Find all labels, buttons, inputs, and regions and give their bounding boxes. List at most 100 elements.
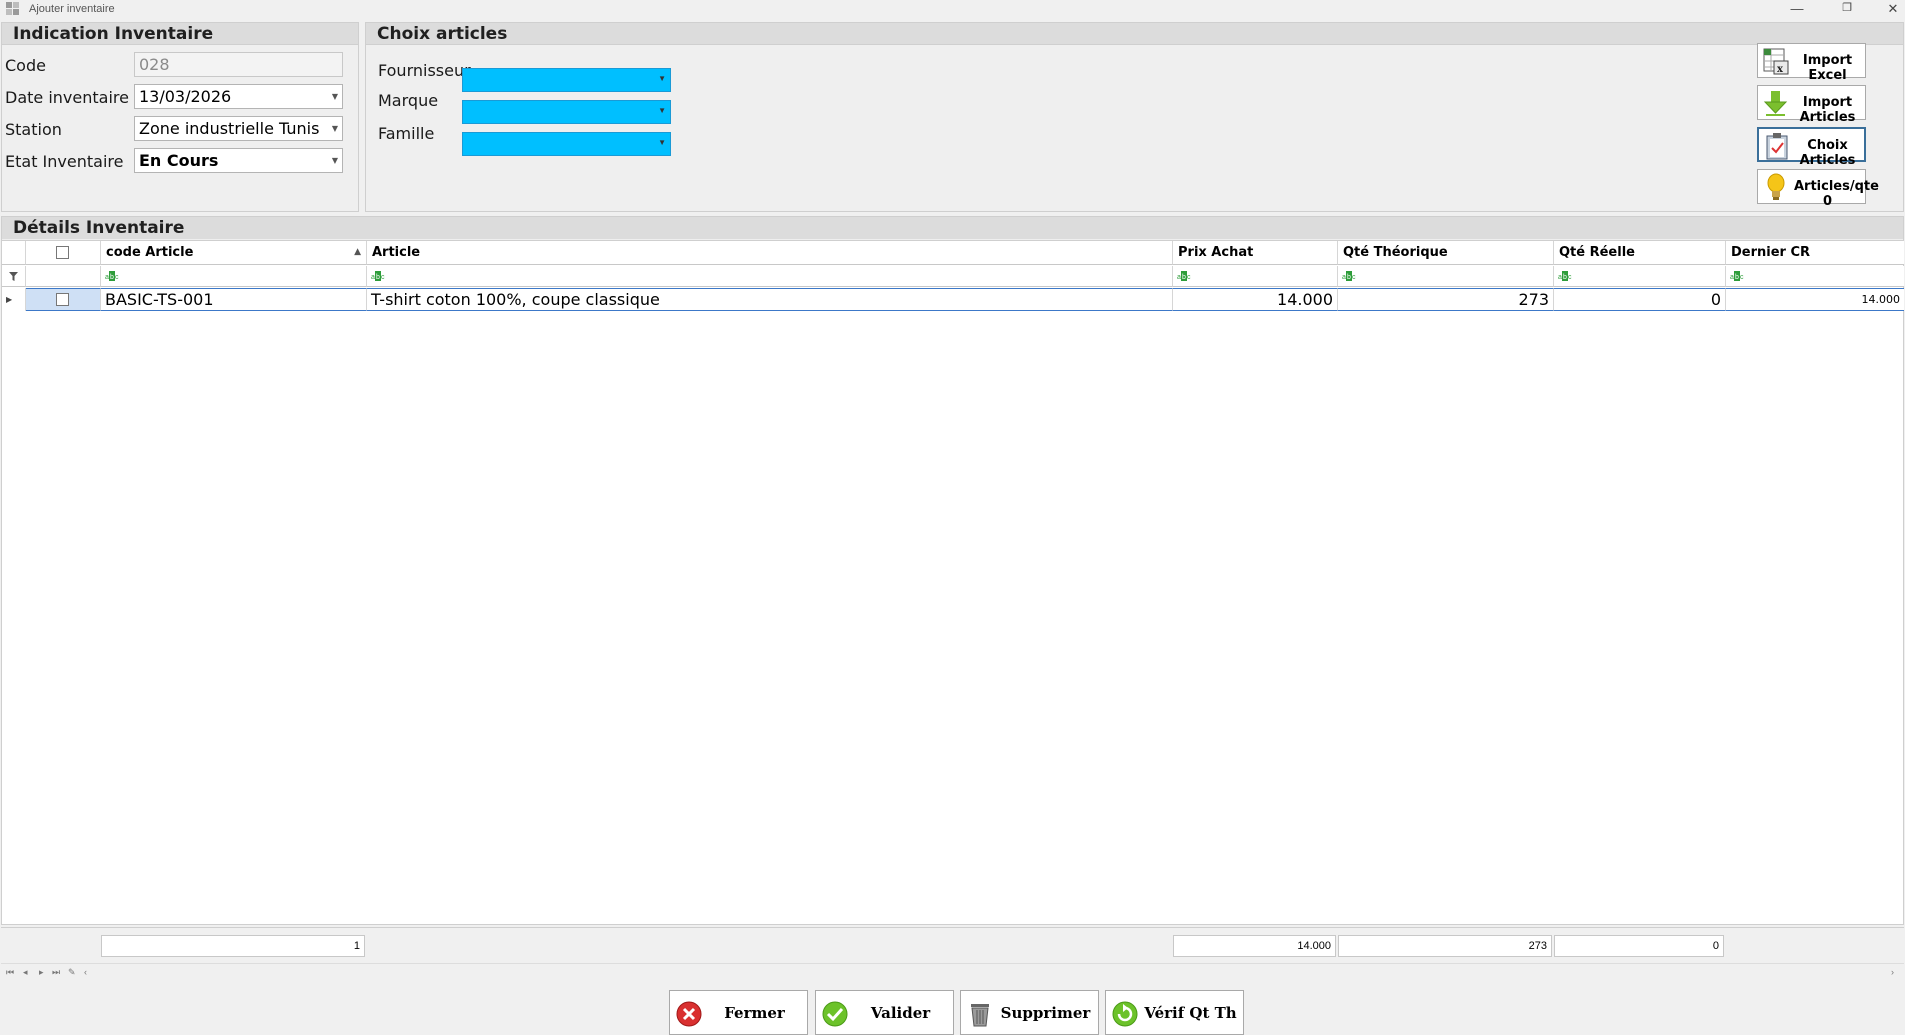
minimize-button[interactable]: — [1782, 0, 1812, 18]
fermer-label: Fermer [724, 1004, 785, 1022]
column-header-qte-reelle[interactable]: Qté Réelle [1554, 241, 1726, 265]
app-icon [6, 2, 19, 15]
grid-navigator: ⏮ ◂ ▸ ⏭ ✎ ‹ › [1, 963, 1904, 983]
filter-cell-dernier-cr[interactable]: abc [1726, 266, 1904, 287]
svg-text:b: b [376, 274, 380, 281]
marque-select[interactable]: ▼ [462, 100, 671, 124]
row-indicator-icon: ▶ [2, 288, 26, 311]
station-value: Zone industrielle Tunis [139, 119, 320, 138]
details-header: Détails Inventaire [2, 217, 1903, 239]
valider-button[interactable]: Valider [815, 990, 954, 1035]
code-label: Code [5, 56, 46, 75]
footer-qte-theo-total: 273 [1338, 935, 1552, 957]
filter-cell-code[interactable]: abc [101, 266, 367, 287]
chevron-down-icon[interactable]: ▼ [658, 106, 666, 115]
column-header-dernier-cr[interactable]: Dernier CR [1726, 241, 1904, 265]
filter-cell-article[interactable]: abc [367, 266, 1173, 287]
famille-select[interactable]: ▼ [462, 132, 671, 156]
excel-icon: x [1763, 48, 1789, 75]
fournisseur-label: Fournisseur [378, 61, 471, 80]
restore-button[interactable]: ❐ [1832, 0, 1862, 18]
text-filter-icon: abc [371, 271, 385, 281]
code-column-label: code Article [106, 245, 194, 260]
import-excel-button[interactable]: x Import Excel [1757, 43, 1866, 83]
import-articles-label: Import Articles [1799, 95, 1856, 125]
column-header-qte-theo[interactable]: Qté Théorique [1338, 241, 1554, 265]
etat-value: En Cours [139, 151, 219, 170]
svg-text:c: c [115, 274, 119, 281]
lightbulb-icon [1767, 173, 1785, 200]
filter-cell-prix[interactable]: abc [1173, 266, 1338, 287]
text-filter-icon: abc [1342, 271, 1356, 281]
famille-label: Famille [378, 124, 435, 143]
text-filter-icon: abc [105, 271, 119, 281]
indication-header: Indication Inventaire [2, 23, 358, 45]
chevron-down-icon[interactable]: ▼ [332, 117, 338, 140]
svg-text:c: c [1187, 274, 1191, 281]
verif-qt-th-button[interactable]: Vérif Qt Th [1105, 990, 1244, 1035]
next-record-icon[interactable]: ▸ [39, 967, 44, 978]
clipboard-check-icon [1766, 133, 1788, 160]
row-indicator-header [2, 241, 26, 265]
station-label: Station [5, 120, 62, 139]
row-select-cell[interactable] [26, 288, 101, 311]
cell-article[interactable]: T-shirt coton 100%, coupe classique [367, 288, 1173, 311]
title-bar: Ajouter inventaire — ❐ ✕ [0, 0, 1905, 18]
column-header-article[interactable]: Article [367, 241, 1173, 265]
svg-text:b: b [1563, 274, 1567, 281]
code-field[interactable]: 028 [134, 52, 343, 77]
articles-qte0-label: Articles/qte 0 [1794, 179, 1879, 209]
last-record-icon[interactable]: ⏭ [52, 967, 60, 978]
cell-qte-reelle[interactable]: 0 [1554, 288, 1726, 311]
row-checkbox[interactable] [56, 293, 69, 306]
column-header-prix[interactable]: Prix Achat [1173, 241, 1338, 265]
choix-articles-button[interactable]: Choix Articles [1757, 127, 1866, 168]
text-filter-icon: abc [1558, 271, 1572, 281]
fermer-button[interactable]: Fermer [669, 990, 808, 1035]
chevron-down-icon[interactable]: ▼ [658, 138, 666, 147]
cell-qte-theo[interactable]: 273 [1338, 288, 1554, 311]
date-label: Date inventaire [5, 88, 129, 107]
close-circle-icon [676, 1001, 702, 1027]
etat-select[interactable]: En Cours ▼ [134, 148, 343, 173]
text-filter-icon: abc [1730, 271, 1744, 281]
import-articles-button[interactable]: Import Articles [1757, 85, 1866, 125]
cell-prix[interactable]: 14.000 [1173, 288, 1338, 311]
date-value: 13/03/2026 [139, 87, 232, 106]
first-record-icon[interactable]: ⏮ [6, 967, 14, 978]
select-all-checkbox[interactable] [56, 246, 69, 259]
footer-qte-reelle-total: 0 [1554, 935, 1724, 957]
chevron-down-icon[interactable]: ▼ [332, 85, 338, 108]
prev-record-icon[interactable]: ◂ [23, 967, 28, 978]
supprimer-button[interactable]: Supprimer [960, 990, 1099, 1035]
cell-code[interactable]: BASIC-TS-001 [101, 288, 367, 311]
import-excel-label: Import Excel [1802, 53, 1853, 83]
scroll-right-icon[interactable]: › [1891, 967, 1894, 977]
etat-label: Etat Inventaire [5, 152, 124, 171]
svg-text:a: a [1730, 274, 1734, 281]
cell-dernier-cr[interactable]: 14.000 [1726, 288, 1904, 311]
date-picker[interactable]: 13/03/2026 ▼ [134, 84, 343, 109]
chevron-down-icon[interactable]: ▼ [332, 149, 338, 172]
fournisseur-select[interactable]: ▼ [462, 68, 671, 92]
svg-text:c: c [1352, 274, 1356, 281]
scroll-left-icon[interactable]: ‹ [84, 967, 87, 977]
window-title: Ajouter inventaire [29, 3, 115, 15]
articles-qte0-button[interactable]: Articles/qte 0 [1757, 169, 1879, 209]
column-header-code[interactable]: code Article ▲ [101, 241, 367, 265]
close-window-button[interactable]: ✕ [1878, 0, 1905, 18]
edit-record-icon[interactable]: ✎ [68, 967, 76, 978]
svg-text:a: a [105, 274, 109, 281]
refresh-icon [1112, 1001, 1138, 1027]
text-filter-icon: abc [1177, 271, 1191, 281]
footer-prix-total: 14.000 [1173, 935, 1336, 957]
svg-text:c: c [1740, 274, 1744, 281]
chevron-down-icon[interactable]: ▼ [658, 74, 666, 83]
add-inventory-window: Ajouter inventaire — ❐ ✕ Indication Inve… [0, 0, 1905, 1035]
filter-cell-qte-reelle[interactable]: abc [1554, 266, 1726, 287]
svg-text:b: b [110, 274, 114, 281]
supprimer-label: Supprimer [1000, 1004, 1091, 1022]
filter-cell-qte-theo[interactable]: abc [1338, 266, 1554, 287]
choix-articles-label: Choix Articles [1799, 138, 1856, 168]
station-select[interactable]: Zone industrielle Tunis ▼ [134, 116, 343, 141]
